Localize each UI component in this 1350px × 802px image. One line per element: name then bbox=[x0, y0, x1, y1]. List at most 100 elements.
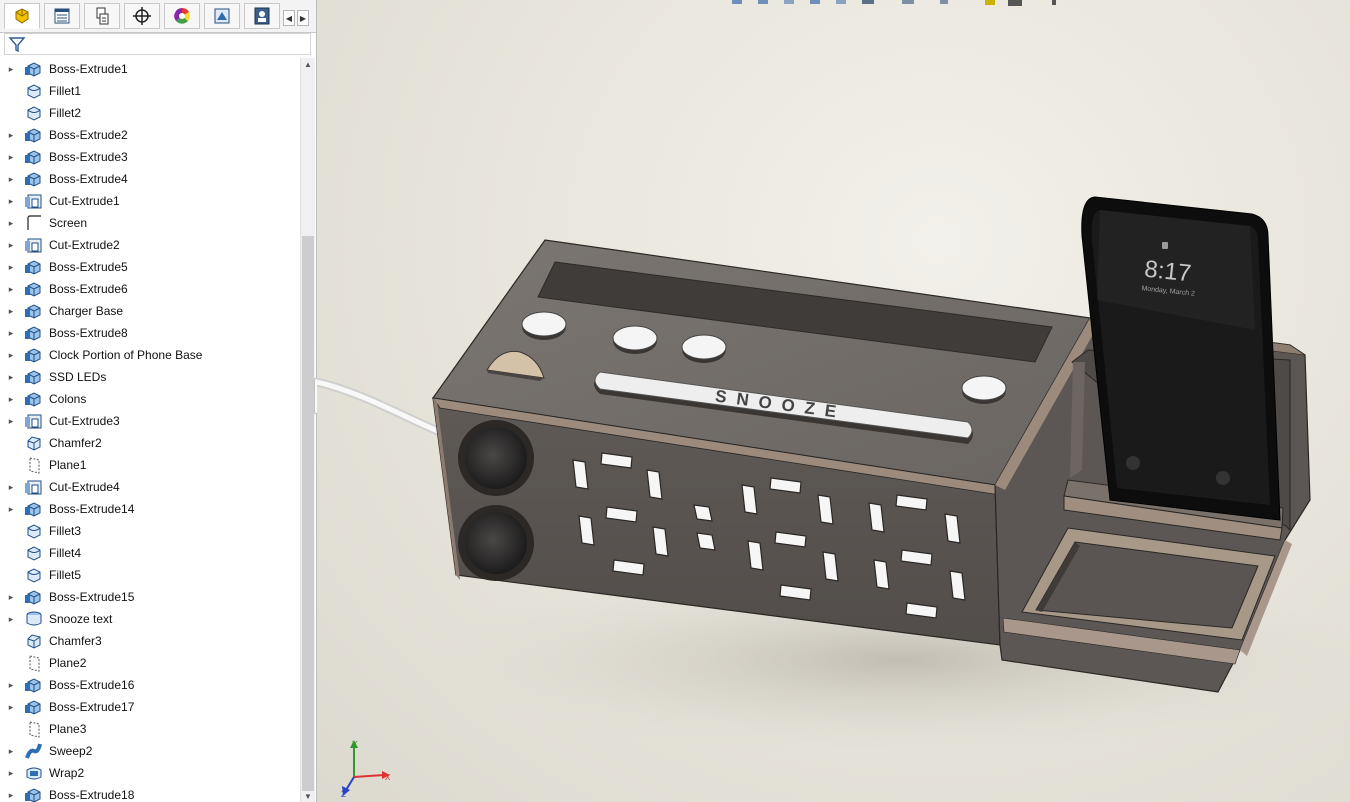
feature-manager-panel: ◀ ▶ ▸ Boss-Extrude1 Fillet1 Fillet2 ▸ Boss-Ex… bbox=[0, 0, 317, 802]
scroll-up-arrow[interactable]: ▲ bbox=[301, 58, 315, 70]
tree-item-label: Fillet5 bbox=[49, 568, 82, 582]
tab-simulation[interactable] bbox=[244, 3, 280, 29]
cut-extrude-icon bbox=[25, 194, 42, 209]
expand-arrow-icon[interactable]: ▸ bbox=[6, 740, 16, 762]
tab-cam-manager[interactable] bbox=[204, 3, 240, 29]
tree-item-label: Boss-Extrude18 bbox=[49, 788, 135, 802]
boss-extrude-icon bbox=[25, 700, 41, 715]
tree-item[interactable]: ▸ Colons bbox=[0, 388, 298, 410]
expand-arrow-icon[interactable]: ▸ bbox=[6, 146, 16, 168]
boss-extrude-icon bbox=[25, 62, 41, 77]
tree-item[interactable]: ▸ Clock Portion of Phone Base bbox=[0, 344, 298, 366]
tree-item[interactable]: ▸ Boss-Extrude6 bbox=[0, 278, 298, 300]
expand-arrow-icon[interactable]: ▸ bbox=[6, 498, 16, 520]
view-triad[interactable]: Y X Z bbox=[341, 740, 391, 799]
expand-arrow-icon[interactable]: ▸ bbox=[6, 586, 16, 608]
expand-arrow-icon[interactable]: ▸ bbox=[6, 784, 16, 802]
tree-item[interactable]: ▸ Boss-Extrude15 bbox=[0, 586, 298, 608]
tree-item[interactable]: Plane1 bbox=[0, 454, 298, 476]
tree-item[interactable]: ▸ Cut-Extrude3 bbox=[0, 410, 298, 432]
scroll-down-arrow[interactable]: ▼ bbox=[301, 790, 315, 802]
tab-property-manager[interactable] bbox=[44, 3, 80, 29]
tree-item[interactable]: ▸ Cut-Extrude1 bbox=[0, 190, 298, 212]
tree-item[interactable]: ▸ Wrap2 bbox=[0, 762, 298, 784]
expand-arrow-icon[interactable]: ▸ bbox=[6, 762, 16, 784]
tree-item-label: Boss-Extrude16 bbox=[49, 678, 135, 692]
expand-arrow-icon bbox=[6, 542, 16, 564]
expand-arrow-icon bbox=[6, 80, 16, 102]
tree-item[interactable]: ▸ Boss-Extrude3 bbox=[0, 146, 298, 168]
property-manager-icon bbox=[54, 8, 70, 24]
tree-item-label: Boss-Extrude4 bbox=[49, 172, 128, 186]
expand-arrow-icon[interactable]: ▸ bbox=[6, 366, 16, 388]
tree-item[interactable]: ▸ Boss-Extrude18 bbox=[0, 784, 298, 802]
tree-item-label: Boss-Extrude6 bbox=[49, 282, 128, 296]
expand-arrow-icon[interactable]: ▸ bbox=[6, 256, 16, 278]
tree-item[interactable]: Chamfer3 bbox=[0, 630, 298, 652]
tree-item[interactable]: ▸ Boss-Extrude8 bbox=[0, 322, 298, 344]
tree-item[interactable]: ▸ Cut-Extrude4 bbox=[0, 476, 298, 498]
tree-item[interactable]: ▸ Boss-Extrude17 bbox=[0, 696, 298, 718]
tree-item[interactable]: Fillet1 bbox=[0, 80, 298, 102]
tab-display-manager[interactable] bbox=[164, 3, 200, 29]
filter-icon[interactable] bbox=[8, 35, 26, 53]
scrollbar-thumb[interactable] bbox=[302, 236, 314, 791]
tab-configuration-manager[interactable] bbox=[84, 3, 120, 29]
tree-item-label: Cut-Extrude2 bbox=[49, 238, 120, 252]
expand-arrow-icon[interactable]: ▸ bbox=[6, 608, 16, 630]
boss-extrude-icon bbox=[25, 502, 41, 517]
tree-item[interactable]: Plane2 bbox=[0, 652, 298, 674]
tree-item[interactable]: ▸ Snooze text bbox=[0, 608, 298, 630]
expand-arrow-icon[interactable]: ▸ bbox=[6, 410, 16, 432]
tree-item[interactable]: ▸ Boss-Extrude2 bbox=[0, 124, 298, 146]
expand-arrow-icon[interactable]: ▸ bbox=[6, 476, 16, 498]
tree-item[interactable]: ▸ Boss-Extrude1 bbox=[0, 58, 298, 80]
expand-arrow-icon[interactable]: ▸ bbox=[6, 388, 16, 410]
tab-feature-manager[interactable] bbox=[4, 3, 40, 29]
expand-arrow-icon[interactable]: ▸ bbox=[6, 190, 16, 212]
tree-item[interactable]: Fillet3 bbox=[0, 520, 298, 542]
expand-arrow-icon[interactable]: ▸ bbox=[6, 322, 16, 344]
tree-scrollbar[interactable]: ▲ ▼ bbox=[300, 58, 315, 802]
graphics-area[interactable]: SNOOZE 8:17 Monday, March 2 Y X Z bbox=[317, 0, 1350, 802]
expand-arrow-icon[interactable]: ▸ bbox=[6, 344, 16, 366]
tab-dimxpert-manager[interactable] bbox=[124, 3, 160, 29]
phone-model[interactable]: 8:17 Monday, March 2 bbox=[1081, 196, 1281, 521]
expand-arrow-icon[interactable]: ▸ bbox=[6, 674, 16, 696]
tree-item[interactable]: ▸ Screen bbox=[0, 212, 298, 234]
tree-item-label: Chamfer3 bbox=[49, 634, 102, 648]
tree-item-label: Boss-Extrude14 bbox=[49, 502, 135, 516]
tree-item[interactable]: ▸ Boss-Extrude4 bbox=[0, 168, 298, 190]
tree-item[interactable]: ▸ Boss-Extrude5 bbox=[0, 256, 298, 278]
expand-arrow-icon[interactable]: ▸ bbox=[6, 234, 16, 256]
tree-item[interactable]: Fillet4 bbox=[0, 542, 298, 564]
tree-item-label: Boss-Extrude2 bbox=[49, 128, 128, 142]
tab-scroll-right-button[interactable]: ▶ bbox=[297, 10, 309, 26]
tree-item[interactable]: Fillet2 bbox=[0, 102, 298, 124]
tree-item-label: Snooze text bbox=[49, 612, 113, 626]
tree-item[interactable]: Plane3 bbox=[0, 718, 298, 740]
expand-arrow-icon[interactable]: ▸ bbox=[6, 168, 16, 190]
tab-scroll-left-button[interactable]: ◀ bbox=[283, 10, 295, 26]
boss-extrude-icon bbox=[25, 370, 41, 385]
expand-arrow-icon[interactable]: ▸ bbox=[6, 124, 16, 146]
heads-up-toolbar[interactable] bbox=[732, 0, 1056, 6]
configuration-manager-icon bbox=[96, 7, 109, 25]
expand-arrow-icon[interactable]: ▸ bbox=[6, 58, 16, 80]
tree-item[interactable]: ▸ Boss-Extrude16 bbox=[0, 674, 298, 696]
tree-item[interactable]: ▸ Charger Base bbox=[0, 300, 298, 322]
expand-arrow-icon[interactable]: ▸ bbox=[6, 696, 16, 718]
tree-item-label: Boss-Extrude8 bbox=[49, 326, 128, 340]
expand-arrow-icon[interactable]: ▸ bbox=[6, 300, 16, 322]
expand-arrow-icon[interactable]: ▸ bbox=[6, 278, 16, 300]
tree-item[interactable]: ▸ Cut-Extrude2 bbox=[0, 234, 298, 256]
tree-item[interactable]: Fillet5 bbox=[0, 564, 298, 586]
plane-icon bbox=[29, 655, 40, 672]
tree-item[interactable]: Chamfer2 bbox=[0, 432, 298, 454]
tree-item[interactable]: ▸ SSD LEDs bbox=[0, 366, 298, 388]
expand-arrow-icon[interactable]: ▸ bbox=[6, 212, 16, 234]
filter-bar[interactable] bbox=[4, 33, 311, 55]
tree-item-label: Fillet3 bbox=[49, 524, 82, 538]
tree-item[interactable]: ▸ Sweep2 bbox=[0, 740, 298, 762]
tree-item[interactable]: ▸ Boss-Extrude14 bbox=[0, 498, 298, 520]
